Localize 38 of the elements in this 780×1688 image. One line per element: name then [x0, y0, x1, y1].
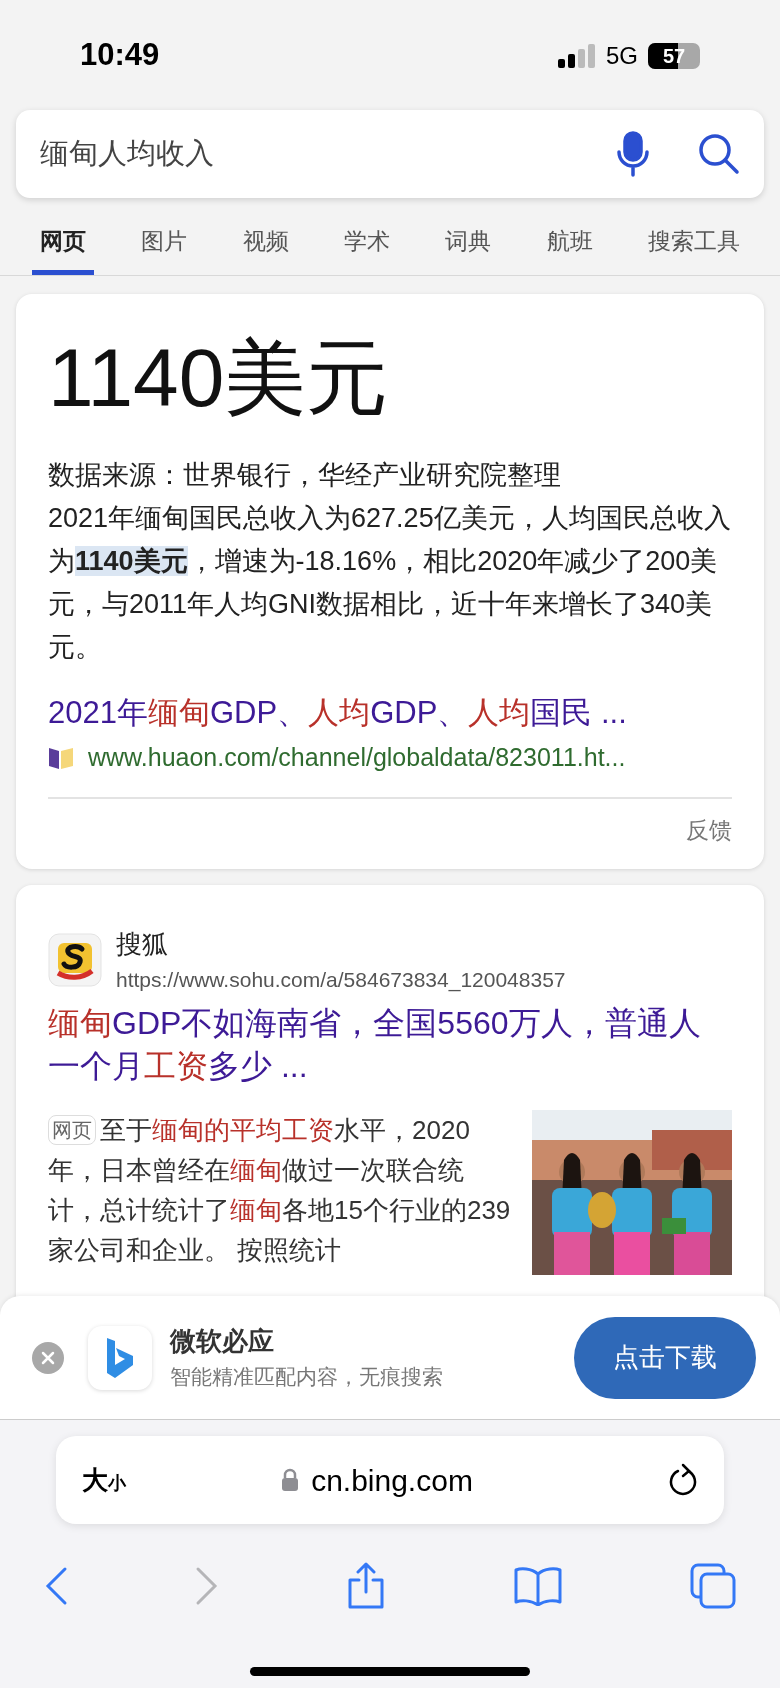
- tab[interactable]: 搜索工具: [639, 212, 748, 275]
- feedback-link[interactable]: 反馈: [686, 812, 732, 847]
- result-link[interactable]: 缅甸GDP不如海南省，全国5560万人，普通人一个月 工资多少 ...: [48, 1001, 732, 1088]
- bookmarks-icon[interactable]: [513, 1566, 563, 1606]
- reload-icon[interactable]: [668, 1463, 698, 1497]
- tabs-icon[interactable]: [690, 1563, 736, 1609]
- answer-headline: 1140美元: [48, 331, 390, 425]
- search-field[interactable]: 缅甸人均收入: [16, 110, 764, 198]
- close-button[interactable]: [32, 1341, 64, 1374]
- back-icon[interactable]: [44, 1566, 68, 1606]
- tab[interactable]: 航班: [538, 212, 601, 275]
- result-snippet: 网页 至于缅甸的平均工资水平，2020年，日本曾经在缅甸做过一次联合统计，总计统计了缅甸各地15个行业的239家公司和企业。 按照统计: [48, 1113, 512, 1267]
- app-icon: [88, 1325, 152, 1390]
- result-link[interactable]: 2021年缅甸GDP、人均GDP、人均国民 ...: [48, 691, 732, 735]
- answer-paragraph: 数据来源：世界银行，华经产业研究院整理 2021年缅甸国民总收入为627.25亿美元，人均国民总收入为1140美元，增速为-18.16%，相比2020年减少了200美元，与2011年人均GNI数据相比，近十年来增长了340美元。: [48, 459, 732, 664]
- text-size-button[interactable]: 大小: [82, 1460, 126, 1500]
- app-tagline: 智能精准匹配内容，无痕搜索: [170, 1364, 444, 1391]
- signal-icon: [558, 44, 596, 68]
- network-label: 5G: [606, 41, 638, 71]
- close-icon: [41, 1350, 55, 1365]
- download-button[interactable]: 点击下载: [574, 1316, 756, 1399]
- result-url: https://www.sohu.com/a/584673834_120048357: [116, 967, 566, 994]
- tab[interactable]: 图片: [133, 212, 196, 275]
- site-logo-icon: [48, 933, 102, 988]
- address-bar[interactable]: 大小 cn.bing.com: [56, 1436, 724, 1524]
- tab[interactable]: 视频: [234, 212, 297, 275]
- domain-text: cn.bing.com: [311, 1462, 473, 1499]
- share-icon[interactable]: [346, 1562, 386, 1610]
- tab[interactable]: 词典: [437, 212, 500, 275]
- tab[interactable]: 学术: [336, 212, 398, 275]
- search-icon[interactable]: [698, 133, 740, 175]
- microphone-icon[interactable]: [616, 131, 650, 177]
- status-time: 10:49: [80, 36, 160, 74]
- lock-icon: [281, 1468, 300, 1492]
- tab[interactable]: 网页: [32, 212, 94, 275]
- site-name: 搜狐: [116, 928, 169, 961]
- app-name: 微软必应: [170, 1325, 275, 1359]
- result-url: www.huaon.com/channel/globaldata/823011.ht...: [88, 742, 626, 773]
